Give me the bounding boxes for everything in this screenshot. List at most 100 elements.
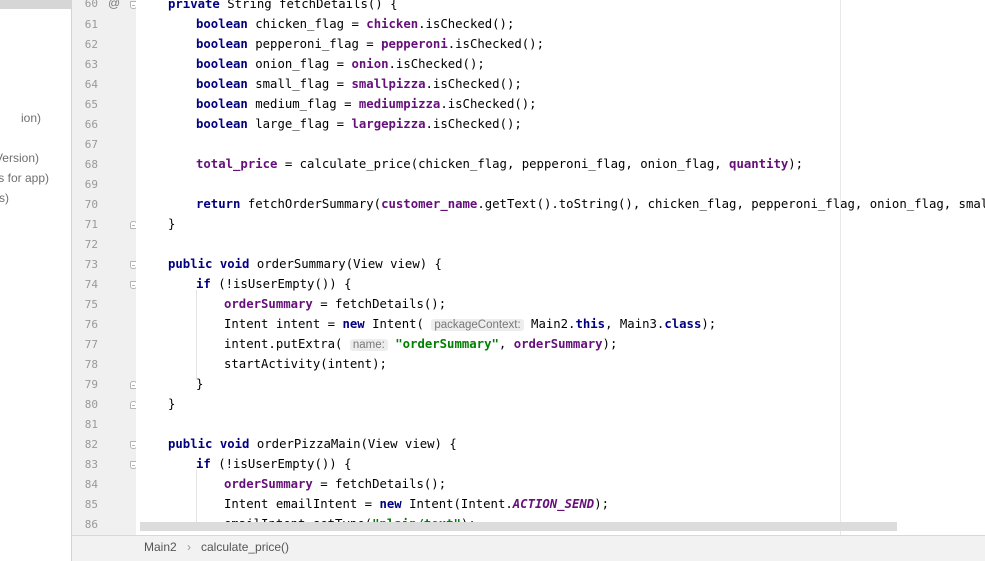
code-token: small_flag = [247,77,352,91]
sidebar-item-fragment[interactable]: Version) [0,151,39,165]
code-token: private [168,0,220,11]
code-line-60[interactable]: private String fetchDetails() { [168,0,398,14]
code-token: .isChecked(); [440,97,537,111]
code-line-61[interactable]: boolean chicken_flag = chicken.isChecked… [196,14,514,34]
code-token: ACTION_SEND [512,497,595,511]
code-line-75[interactable]: orderSummary = fetchDetails(); [224,294,446,314]
code-line-66[interactable]: boolean large_flag = largepizza.isChecke… [196,114,522,134]
breadcrumb: Main2 › calculate_price() [72,535,985,561]
code-token: ); [594,497,610,511]
code-token: String fetchDetails() { [219,0,398,11]
code-line-62[interactable]: boolean pepperoni_flag = pepperoni.isChe… [196,34,544,54]
code-line-84[interactable]: orderSummary = fetchDetails(); [224,474,446,494]
parameter-hint: name: [349,339,388,351]
code-token: orderSummary(View view) { [249,257,442,271]
sidebar-header [0,0,71,9]
code-token: .isChecked(); [418,17,515,31]
code-line-79[interactable]: } [196,374,203,394]
code-line-73[interactable]: public void orderSummary(View view) { [168,254,442,274]
line-number: 85 [84,498,98,511]
code-token: boolean [196,117,248,131]
code-line-63[interactable]: boolean onion_flag = onion.isChecked(); [196,54,485,74]
code-editor[interactable]: private String fetchDetails() { boolean … [136,0,985,535]
code-line-64[interactable]: boolean small_flag = smallpizza.isChecke… [196,74,522,94]
code-token: if [196,277,211,291]
breadcrumb-item-class[interactable]: Main2 [144,540,177,554]
code-line-76[interactable]: Intent intent = new Intent( packageConte… [224,314,716,334]
right-margin-guide [840,0,841,535]
line-number: 79 [84,378,98,391]
code-line-80[interactable]: } [168,394,175,414]
code-token: .isChecked(); [388,57,485,71]
sidebar-item-fragment[interactable]: s) [0,191,9,205]
line-number: 63 [84,58,98,71]
code-token: fetchOrderSummary( [240,197,382,211]
code-token: return [196,197,241,211]
line-number: 74 [84,278,98,291]
code-token: , [498,337,514,351]
line-number: 69 [84,178,98,191]
code-line-74[interactable]: if (!isUserEmpty()) { [196,274,351,294]
project-sidebar[interactable]: ion) Version) s for app) s) [0,0,72,561]
code-token: total_price [196,157,278,171]
code-token: } [168,217,176,231]
code-token: Intent emailIntent = [224,497,380,511]
line-number: 64 [84,78,98,91]
code-token: orderPizzaMain(View view) { [249,437,457,451]
code-token: .isChecked(); [447,37,544,51]
parameter-hint: packageContext: [431,319,524,331]
code-token: smallpizza [351,77,426,91]
code-token: .isChecked(); [425,117,522,131]
code-line-71[interactable]: } [168,214,175,234]
code-token: orderSummary [224,297,313,311]
code-token: pepperoni_flag = [247,37,382,51]
line-number: 61 [84,18,98,31]
code-token: boolean [196,77,248,91]
code-token: new [379,497,402,511]
code-token: orderSummary [513,337,603,351]
line-number: 83 [84,458,98,471]
code-token: "orderSummary" [395,337,499,351]
code-token: .isChecked(); [425,77,522,91]
code-line-78[interactable]: startActivity(intent); [224,354,387,374]
code-token: new [342,317,365,331]
code-token: void [219,257,250,271]
code-token: , Main3. [605,317,665,331]
horizontal-scrollbar[interactable] [140,522,897,531]
sidebar-item-fragment[interactable]: ion) [21,111,41,125]
code-token: chicken_flag = [247,17,367,31]
code-token: Intent intent = [224,317,343,331]
code-line-77[interactable]: intent.putExtra( name: "orderSummary", o… [224,334,617,354]
line-number-gutter[interactable]: 60 61 62 63 64 65 66 67 68 69 70 71 72 7… [72,0,137,535]
line-number: 78 [84,358,98,371]
code-token: quantity [729,157,789,171]
code-token: largepizza [351,117,426,131]
code-line-68[interactable]: total_price = calculate_price(chicken_fl… [196,154,803,174]
code-token: boolean [196,37,248,51]
code-token: Intent(Intent. [401,497,513,511]
code-token: } [168,397,176,411]
line-number: 76 [84,318,98,331]
code-line-70[interactable]: return fetchOrderSummary(customer_name.g… [196,194,985,214]
code-line-83[interactable]: if (!isUserEmpty()) { [196,454,351,474]
chevron-right-icon: › [187,540,191,554]
line-number: 82 [84,438,98,451]
code-line-82[interactable]: public void orderPizzaMain(View view) { [168,434,457,454]
breadcrumb-item-method[interactable]: calculate_price() [201,540,289,554]
code-token: startActivity(intent); [224,357,387,371]
sidebar-item-fragment[interactable]: s for app) [0,171,49,185]
code-token: (!isUserEmpty()) { [210,457,352,471]
line-number: 75 [84,298,98,311]
code-line-65[interactable]: boolean medium_flag = mediumpizza.isChec… [196,94,537,114]
code-token: if [196,457,211,471]
line-number: 66 [84,118,98,131]
code-line-85[interactable]: Intent emailIntent = new Intent(Intent.A… [224,494,609,514]
code-token: boolean [196,57,248,71]
code-token: chicken [366,17,419,31]
code-token: intent.putExtra( [224,337,350,351]
code-token: = calculate_price(chicken_flag, pepperon… [277,157,730,171]
line-number: 73 [84,258,98,271]
override-marker-icon[interactable]: @ [108,0,120,10]
